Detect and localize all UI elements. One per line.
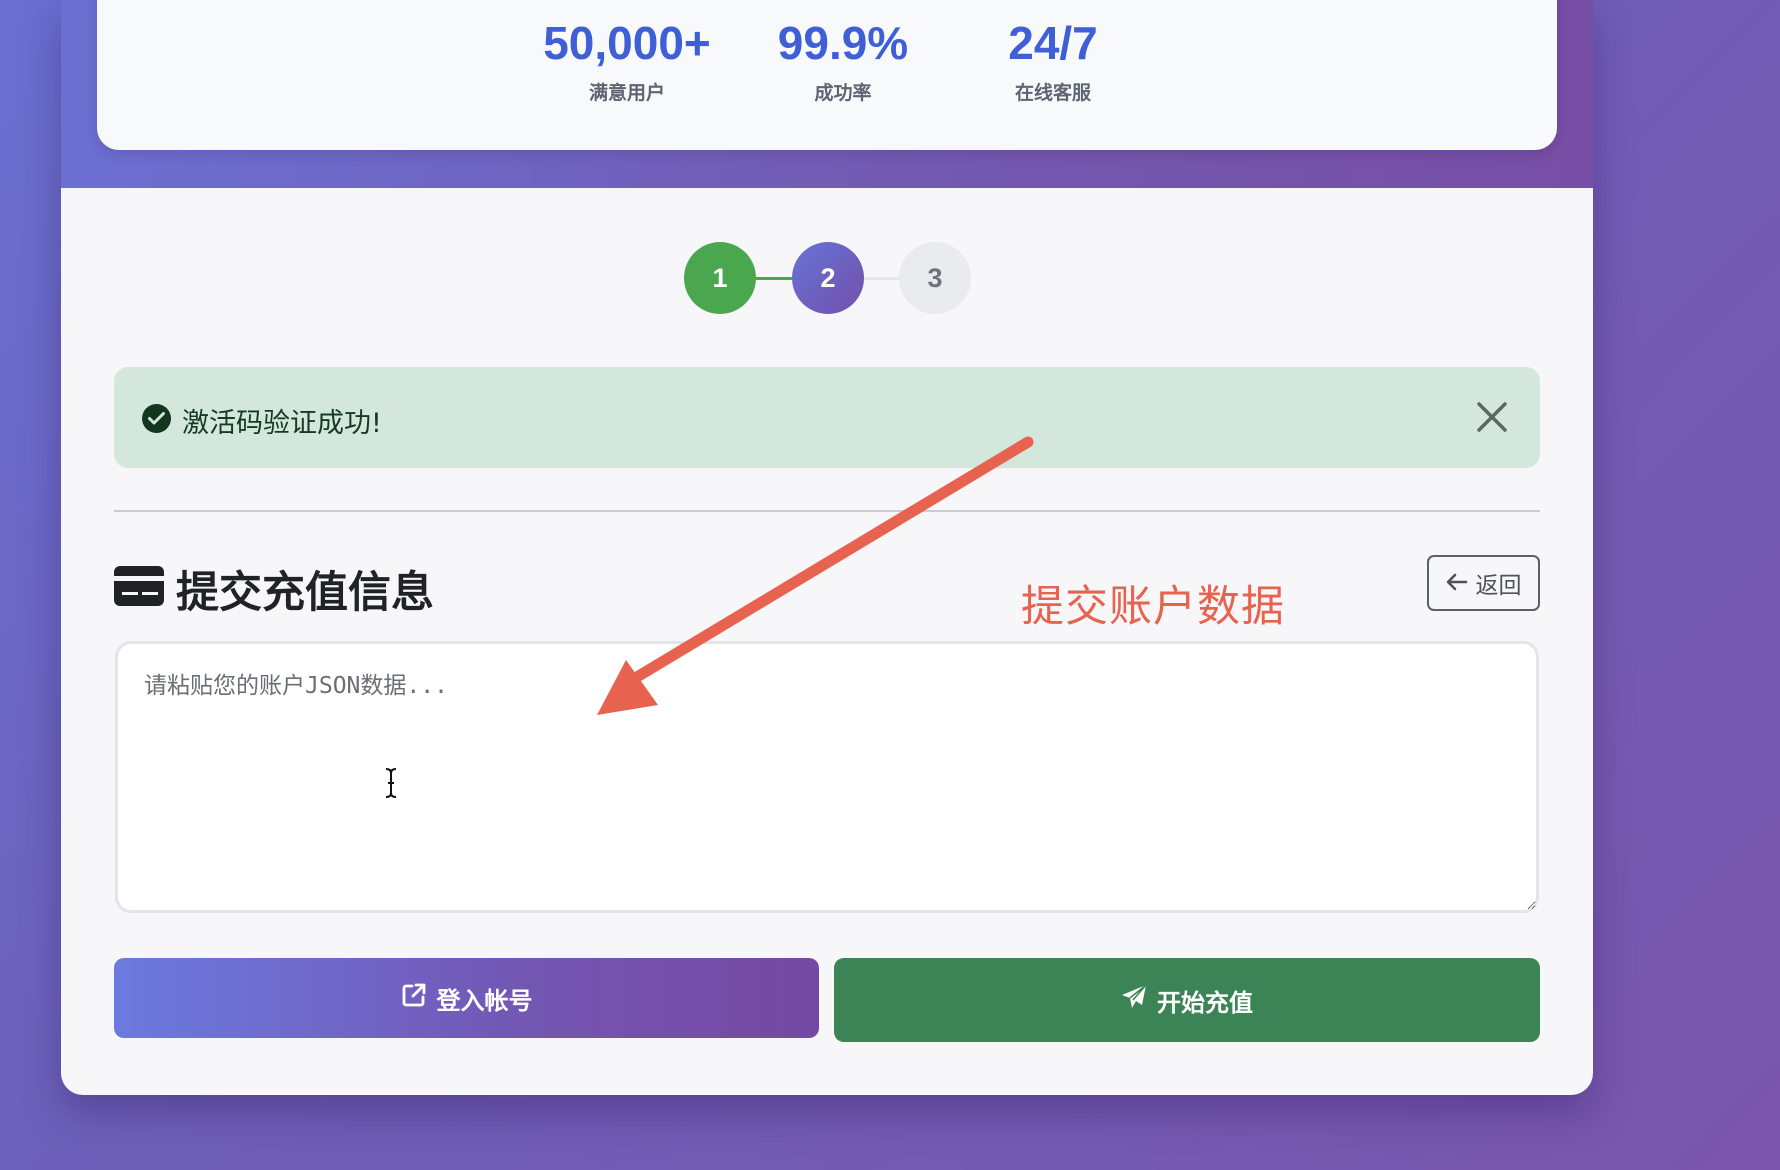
arrow-left-icon	[1446, 570, 1468, 597]
success-alert: 激活码验证成功!	[114, 367, 1540, 468]
check-circle-icon	[142, 404, 171, 433]
login-button-label: 登入帐号	[436, 986, 533, 1015]
section-title: 提交充值信息	[176, 569, 434, 617]
stat-value: 24/7	[1008, 17, 1098, 69]
section-divider	[114, 510, 1540, 512]
stat-label: 成功率	[814, 82, 872, 104]
close-icon[interactable]	[1472, 397, 1512, 437]
back-button[interactable]: 返回	[1427, 555, 1540, 611]
stats-panel: 50,000+ 满意用户 99.9% 成功率 24/7 在线客服	[97, 0, 1557, 150]
stat-label: 满意用户	[588, 82, 665, 104]
login-account-button[interactable]: 登入帐号	[114, 958, 819, 1038]
step-3: 3	[899, 242, 971, 314]
stat-users: 50,000+ 满意用户	[527, 18, 727, 105]
hero-banner: 50,000+ 满意用户 99.9% 成功率 24/7 在线客服	[61, 0, 1593, 188]
start-recharge-button[interactable]: 开始充值	[834, 958, 1540, 1042]
progress-stepper: 1 2 3	[684, 242, 974, 314]
external-link-icon	[401, 982, 427, 1014]
credit-card-icon	[114, 566, 164, 606]
recharge-card: 50,000+ 满意用户 99.9% 成功率 24/7 在线客服 1 2 3 激…	[61, 0, 1593, 1095]
stat-support: 24/7 在线客服	[983, 18, 1123, 105]
annotation-label: 提交账户数据	[1021, 582, 1285, 632]
back-button-label: 返回	[1475, 572, 1522, 598]
step-1: 1	[684, 242, 756, 314]
stat-value: 50,000+	[543, 17, 711, 69]
account-json-input[interactable]	[115, 641, 1539, 913]
start-button-label: 开始充值	[1157, 988, 1253, 1017]
stat-value: 99.9%	[777, 17, 909, 69]
step-2: 2	[792, 242, 864, 314]
text-cursor-icon	[383, 767, 399, 803]
alert-message: 激活码验证成功!	[182, 408, 382, 439]
stat-success-rate: 99.9% 成功率	[758, 18, 928, 105]
paper-plane-icon	[1121, 984, 1147, 1016]
stat-label: 在线客服	[1014, 82, 1091, 104]
